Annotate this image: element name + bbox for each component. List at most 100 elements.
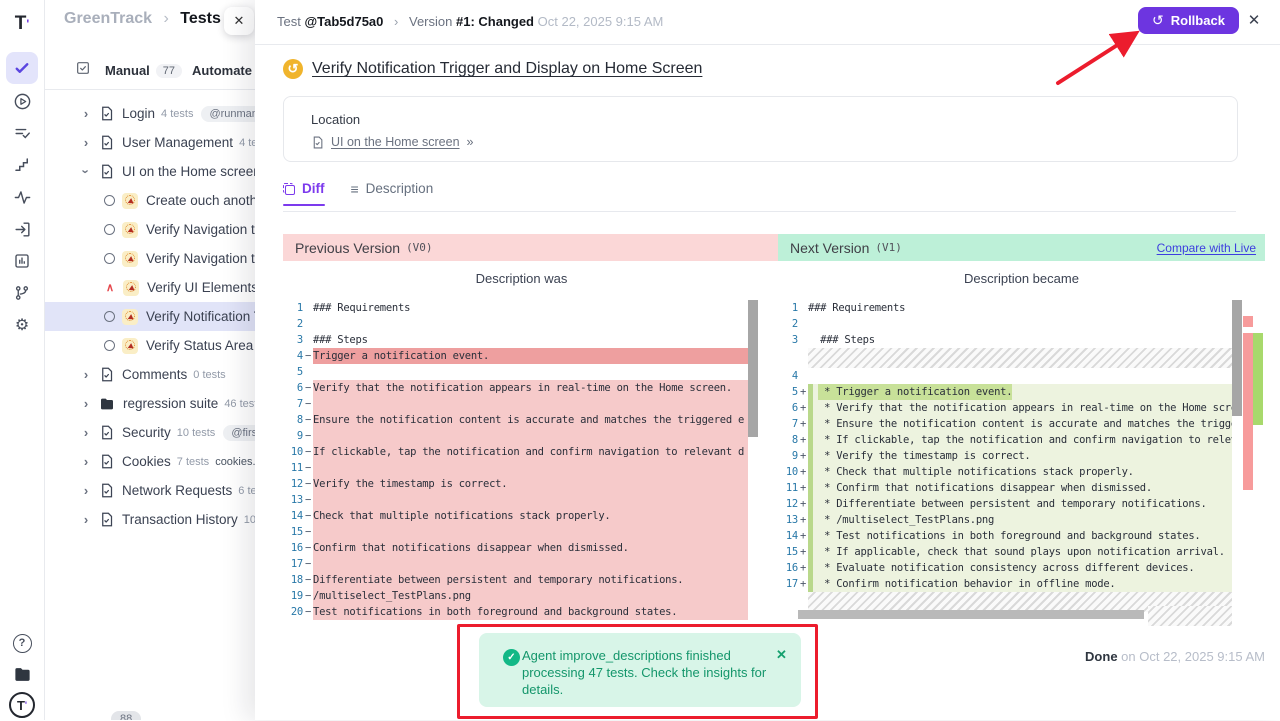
panel-close-button[interactable]: ✕ xyxy=(224,7,254,35)
diff-sign xyxy=(303,300,313,316)
tree-item-network-requests[interactable]: ›Network Requests6 te xyxy=(44,476,255,505)
activity-icon[interactable] xyxy=(6,181,38,213)
chevron-right-icon[interactable]: › xyxy=(80,454,92,469)
doc-icon xyxy=(311,136,324,149)
diff-line: 7− xyxy=(283,396,748,412)
line-number: 7 xyxy=(283,396,303,412)
diff-line: 17+ * Confirm notification behavior in o… xyxy=(778,576,1232,592)
test-tree-panel: GreenTrack › Tests Manual 77 Automate ›L… xyxy=(44,0,256,720)
tests-check-icon[interactable] xyxy=(6,52,38,84)
tree-item-verify-navigation-to[interactable]: Verify Navigation to xyxy=(44,215,255,244)
chevron-up-red-icon[interactable]: ∧ xyxy=(104,281,116,294)
toast-close-icon[interactable]: ✕ xyxy=(776,647,787,663)
line-number: 14 xyxy=(778,528,798,544)
tree-item-verify-navigation-to[interactable]: Verify Navigation to xyxy=(44,244,255,273)
doc-check-icon xyxy=(99,367,114,382)
chevron-right-icon[interactable]: › xyxy=(80,512,92,527)
tab-manual[interactable]: Manual xyxy=(105,63,150,78)
next-version-code[interactable]: 1### Requirements23 ### Steps45+ * Trigg… xyxy=(778,300,1232,630)
profile-avatar[interactable]: T' xyxy=(6,689,38,721)
tree-item-label: regression suite xyxy=(123,396,218,411)
report-chart-icon[interactable] xyxy=(6,245,38,277)
folder-icon[interactable] xyxy=(6,658,38,690)
diff-line: 8+ * If clickable, tap the notification … xyxy=(778,432,1232,448)
right-pane-horizontal-scrollbar[interactable] xyxy=(798,610,1144,619)
doc-check-icon xyxy=(99,512,114,527)
tree-item-meta: 0 tests xyxy=(193,369,225,381)
run-play-icon[interactable] xyxy=(6,85,38,117)
compare-with-live-link[interactable]: Compare with Live xyxy=(1157,241,1256,255)
tree-item-create-ouch-anothe[interactable]: Create ouch anothe xyxy=(44,186,255,215)
diff-sign: − xyxy=(303,492,313,508)
doc-check-icon xyxy=(99,454,114,469)
diff-line: 14+ * Test notifications in both foregro… xyxy=(778,528,1232,544)
settings-gear-icon[interactable]: ⚙ xyxy=(6,309,38,341)
tree-item-ui-on-the-home-screen[interactable]: ›UI on the Home screen xyxy=(44,157,255,186)
diff-line: 10+ * Check that multiple notifications … xyxy=(778,464,1232,480)
diff-sign: + xyxy=(798,432,808,448)
tree-item-login[interactable]: ›Login4 tests@runmanu xyxy=(44,99,255,128)
drawer-close-icon[interactable]: ✕ xyxy=(1245,11,1263,29)
line-number: 16 xyxy=(778,560,798,576)
tree-item-regression-suite[interactable]: ›regression suite46 tests xyxy=(44,389,255,418)
previous-subtitle: Description was xyxy=(283,271,760,286)
steps-icon[interactable] xyxy=(6,149,38,181)
panel-enter-icon[interactable] xyxy=(6,213,38,245)
line-number: 2 xyxy=(778,316,798,332)
tree-item-label: User Management xyxy=(122,135,233,150)
tree-item-verify-status-area-a[interactable]: Verify Status Area a xyxy=(44,331,255,360)
diff-line: 6−Verify that the notification appears i… xyxy=(283,380,748,396)
right-pane-scrollbar[interactable] xyxy=(1232,300,1242,416)
app-logo-icon[interactable]: T' xyxy=(6,8,38,40)
line-number: 15 xyxy=(778,544,798,560)
chevron-down-icon[interactable]: › xyxy=(79,166,94,178)
tab-description[interactable]: ≡ Description xyxy=(351,181,434,205)
chevron-right-icon[interactable]: › xyxy=(80,483,92,498)
diff-line: 9− xyxy=(283,428,748,444)
diff-sign: − xyxy=(303,380,313,396)
tree-item-user-management[interactable]: ›User Management4 te xyxy=(44,128,255,157)
chevron-right-icon[interactable]: › xyxy=(80,367,92,382)
help-icon[interactable]: ? xyxy=(6,627,38,659)
tree-item-label: Verify Navigation to xyxy=(146,251,255,266)
chevron-right-icon[interactable]: › xyxy=(80,425,92,440)
diff-line: 17− xyxy=(283,556,748,572)
diff-sign: − xyxy=(303,460,313,476)
tree-item-verify-ui-elements-o[interactable]: ∧Verify UI Elements o xyxy=(44,273,255,302)
left-pane-scrollbar[interactable] xyxy=(748,300,758,437)
next-version-header: Next Version (V1) Compare with Live xyxy=(778,234,1265,261)
drawer-breadcrumb: Test @Tab5d75a0 › Version #1: Changed Oc… xyxy=(277,14,663,29)
tree-item-verify-notification-t[interactable]: Verify Notification T xyxy=(44,302,255,331)
line-number: 17 xyxy=(283,556,303,572)
tree-item-cookies[interactable]: ›Cookies7 testscookies.c xyxy=(44,447,255,476)
branch-icon[interactable] xyxy=(6,277,38,309)
previous-version-code[interactable]: 1### Requirements23### Steps4−Trigger a … xyxy=(283,300,748,630)
diff-sign: − xyxy=(303,412,313,428)
test-title[interactable]: Verify Notification Trigger and Display … xyxy=(312,60,702,78)
tab-automate[interactable]: Automate xyxy=(192,63,252,78)
tree-item-transaction-history[interactable]: ›Transaction History10 xyxy=(44,505,255,534)
breadcrumb-app[interactable]: GreenTrack xyxy=(64,10,152,27)
diff-line-text: Differentiate between persistent and tem… xyxy=(313,572,683,588)
chevron-right-icon[interactable]: › xyxy=(80,135,92,150)
location-link[interactable]: UI on the Home screen xyxy=(331,135,460,149)
line-number: 6 xyxy=(283,380,303,396)
line-number: 7 xyxy=(778,416,798,432)
tree-item-comments[interactable]: ›Comments0 tests xyxy=(44,360,255,389)
checklist-icon[interactable] xyxy=(6,117,38,149)
chevron-right-icon[interactable]: › xyxy=(80,396,92,411)
chevron-right-icon[interactable]: › xyxy=(80,106,92,121)
rollback-button[interactable]: ↺ Rollback xyxy=(1138,7,1239,34)
diff-line: 11− xyxy=(283,460,748,476)
processing-spinner-icon xyxy=(122,193,138,209)
diff-line: 13− xyxy=(283,492,748,508)
diff-overview-removed-marker xyxy=(1243,316,1253,327)
tree-item-security[interactable]: ›Security10 tests@firs xyxy=(44,418,255,447)
added-gutter-strip xyxy=(808,512,813,528)
previous-version-tag: (V0) xyxy=(406,241,433,254)
line-number: 8 xyxy=(778,432,798,448)
tab-diff[interactable]: Diff xyxy=(283,181,325,205)
line-number: 19 xyxy=(283,588,303,604)
changed-badge-icon: ↺ xyxy=(283,59,303,79)
breadcrumb-current[interactable]: Tests xyxy=(180,10,221,27)
